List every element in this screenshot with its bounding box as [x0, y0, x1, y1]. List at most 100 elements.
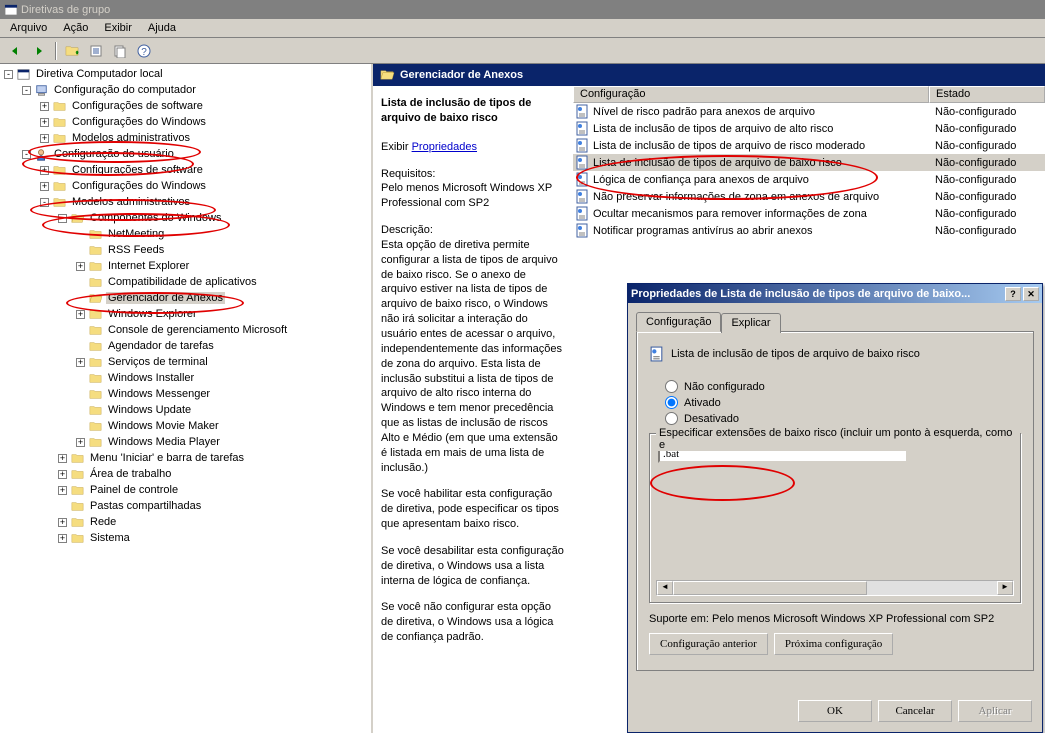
tree-label[interactable]: Agendador de tarefas	[106, 340, 216, 352]
properties-link[interactable]: Propriedades	[412, 141, 477, 153]
dialog-titlebar[interactable]: Propriedades de Lista de inclusão de tip…	[628, 284, 1042, 303]
tree-label[interactable]: Área de trabalho	[88, 468, 173, 480]
radio-disabled[interactable]	[665, 412, 678, 425]
tree-label[interactable]: Menu 'Iniciar' e barra de tarefas	[88, 452, 246, 464]
prev-config-button[interactable]: Configuração anterior	[649, 633, 768, 655]
expander-icon[interactable]: +	[58, 470, 67, 479]
tree-label[interactable]: Configuração do computador	[52, 84, 198, 96]
list-row[interactable]: Lista de inclusão de tipos de arquivo de…	[573, 137, 1045, 154]
expander-icon[interactable]: +	[58, 534, 67, 543]
close-icon[interactable]: ✕	[1023, 287, 1039, 301]
expander-icon[interactable]: +	[40, 166, 49, 175]
tree-node[interactable]: Windows Messenger	[0, 386, 371, 402]
tree-label[interactable]: Windows Installer	[106, 372, 196, 384]
tree-node[interactable]: - Configuração do usuário	[0, 146, 371, 162]
tree-label[interactable]: Serviços de terminal	[106, 356, 210, 368]
expander-icon[interactable]: +	[58, 486, 67, 495]
tree-node[interactable]: + Internet Explorer	[0, 258, 371, 274]
expander-icon[interactable]: -	[22, 86, 31, 95]
tree-node[interactable]: - Configuração do computador	[0, 82, 371, 98]
expander-icon[interactable]: +	[76, 262, 85, 271]
tree-node[interactable]: + Windows Explorer	[0, 306, 371, 322]
tree-node[interactable]: +Configurações do Windows	[0, 178, 371, 194]
tab-configuracao[interactable]: Configuração	[636, 312, 721, 332]
tree-node[interactable]: + Painel de controle	[0, 482, 371, 498]
help-icon[interactable]: ?	[1005, 287, 1021, 301]
tree-node[interactable]: Agendador de tarefas	[0, 338, 371, 354]
tree-label[interactable]: Configurações do Windows	[70, 116, 208, 128]
expander-icon[interactable]: +	[58, 454, 67, 463]
list-row[interactable]: Lista de inclusão de tipos de arquivo de…	[573, 120, 1045, 137]
tree-panel[interactable]: -Diretiva Computador local-Configuração …	[0, 64, 373, 733]
tree-label[interactable]: Diretiva Computador local	[34, 68, 165, 80]
tree-node[interactable]: + Área de trabalho	[0, 466, 371, 482]
tree-node[interactable]: RSS Feeds	[0, 242, 371, 258]
forward-button[interactable]	[28, 40, 50, 62]
tree-label[interactable]: Configurações de software	[70, 100, 205, 112]
tree-label[interactable]: Modelos administrativos	[70, 196, 192, 208]
menu-acao[interactable]: Ação	[55, 20, 96, 36]
menu-arquivo[interactable]: Arquivo	[2, 20, 55, 36]
tree-node[interactable]: +Rede	[0, 514, 371, 530]
expander-icon[interactable]: -	[40, 198, 49, 207]
tree-node[interactable]: + Configurações de software	[0, 98, 371, 114]
tree-label[interactable]: Componentes do Windows	[88, 212, 223, 224]
tree-label[interactable]: Pastas compartilhadas	[88, 500, 203, 512]
tree-node[interactable]: NetMeeting	[0, 226, 371, 242]
tree-label[interactable]: Painel de controle	[88, 484, 180, 496]
expander-icon[interactable]: +	[40, 102, 49, 111]
tree-node[interactable]: Windows Movie Maker	[0, 418, 371, 434]
tree-node[interactable]: Compatibilidade de aplicativos	[0, 274, 371, 290]
col-configuracao[interactable]: Configuração	[573, 86, 929, 103]
col-estado[interactable]: Estado	[929, 86, 1045, 103]
expander-icon[interactable]: -	[58, 214, 67, 223]
scroll-left-icon[interactable]: ◄	[657, 581, 673, 595]
tree-node[interactable]: + Sistema	[0, 530, 371, 546]
tree-label[interactable]: RSS Feeds	[106, 244, 166, 256]
tree-label[interactable]: Windows Media Player	[106, 436, 222, 448]
scroll-thumb[interactable]	[673, 581, 867, 595]
tree-label[interactable]: Windows Explorer	[106, 308, 199, 320]
list-row[interactable]: Lista de inclusão de tipos de arquivo de…	[573, 154, 1045, 171]
tree-label[interactable]: Gerenciador de Anexos	[106, 292, 225, 304]
tab-explicar[interactable]: Explicar	[721, 313, 780, 333]
list-row[interactable]: Notificar programas antivírus ao abrir a…	[573, 222, 1045, 239]
tree-label[interactable]: NetMeeting	[106, 228, 166, 240]
tree-node[interactable]: + Menu 'Iniciar' e barra de tarefas	[0, 450, 371, 466]
help-button[interactable]: ?	[133, 40, 155, 62]
tree-label[interactable]: Compatibilidade de aplicativos	[106, 276, 259, 288]
tree-node[interactable]: +Configurações de software	[0, 162, 371, 178]
tree-node[interactable]: Windows Update	[0, 402, 371, 418]
tree-label[interactable]: Internet Explorer	[106, 260, 191, 272]
expander-icon[interactable]: +	[76, 310, 85, 319]
properties-button[interactable]	[85, 40, 107, 62]
up-button[interactable]	[61, 40, 83, 62]
tree-node[interactable]: - Diretiva Computador local	[0, 66, 371, 82]
cancel-button[interactable]: Cancelar	[878, 700, 952, 722]
tree-label[interactable]: Sistema	[88, 532, 132, 544]
apply-button[interactable]: Aplicar	[958, 700, 1032, 722]
expander-icon[interactable]: +	[76, 358, 85, 367]
menu-ajuda[interactable]: Ajuda	[140, 20, 184, 36]
tree-node[interactable]: Windows Installer	[0, 370, 371, 386]
expander-icon[interactable]: -	[22, 150, 31, 159]
expander-icon[interactable]: +	[76, 438, 85, 447]
scroll-right-icon[interactable]: ►	[997, 581, 1013, 595]
tree-label[interactable]: Configurações do Windows	[70, 180, 208, 192]
tree-label[interactable]: Configuração do usuário	[52, 148, 176, 160]
tree-label[interactable]: Windows Movie Maker	[106, 420, 221, 432]
list-row[interactable]: Lógica de confiança para anexos de arqui…	[573, 171, 1045, 188]
tree-label[interactable]: Windows Update	[106, 404, 193, 416]
expander-icon[interactable]: +	[40, 118, 49, 127]
menu-exibir[interactable]: Exibir	[96, 20, 140, 36]
tree-node[interactable]: Console de gerenciamento Microsoft	[0, 322, 371, 338]
horizontal-scrollbar[interactable]: ◄ ►	[656, 580, 1014, 596]
tree-node[interactable]: +Modelos administrativos	[0, 130, 371, 146]
export-button[interactable]	[109, 40, 131, 62]
list-row[interactable]: Nível de risco padrão para anexos de arq…	[573, 103, 1045, 120]
tree-node[interactable]: Pastas compartilhadas	[0, 498, 371, 514]
radio-enabled[interactable]	[665, 396, 678, 409]
ok-button[interactable]: OK	[798, 700, 872, 722]
expander-icon[interactable]: -	[4, 70, 13, 79]
list-row[interactable]: Não preservar informações de zona em ane…	[573, 188, 1045, 205]
